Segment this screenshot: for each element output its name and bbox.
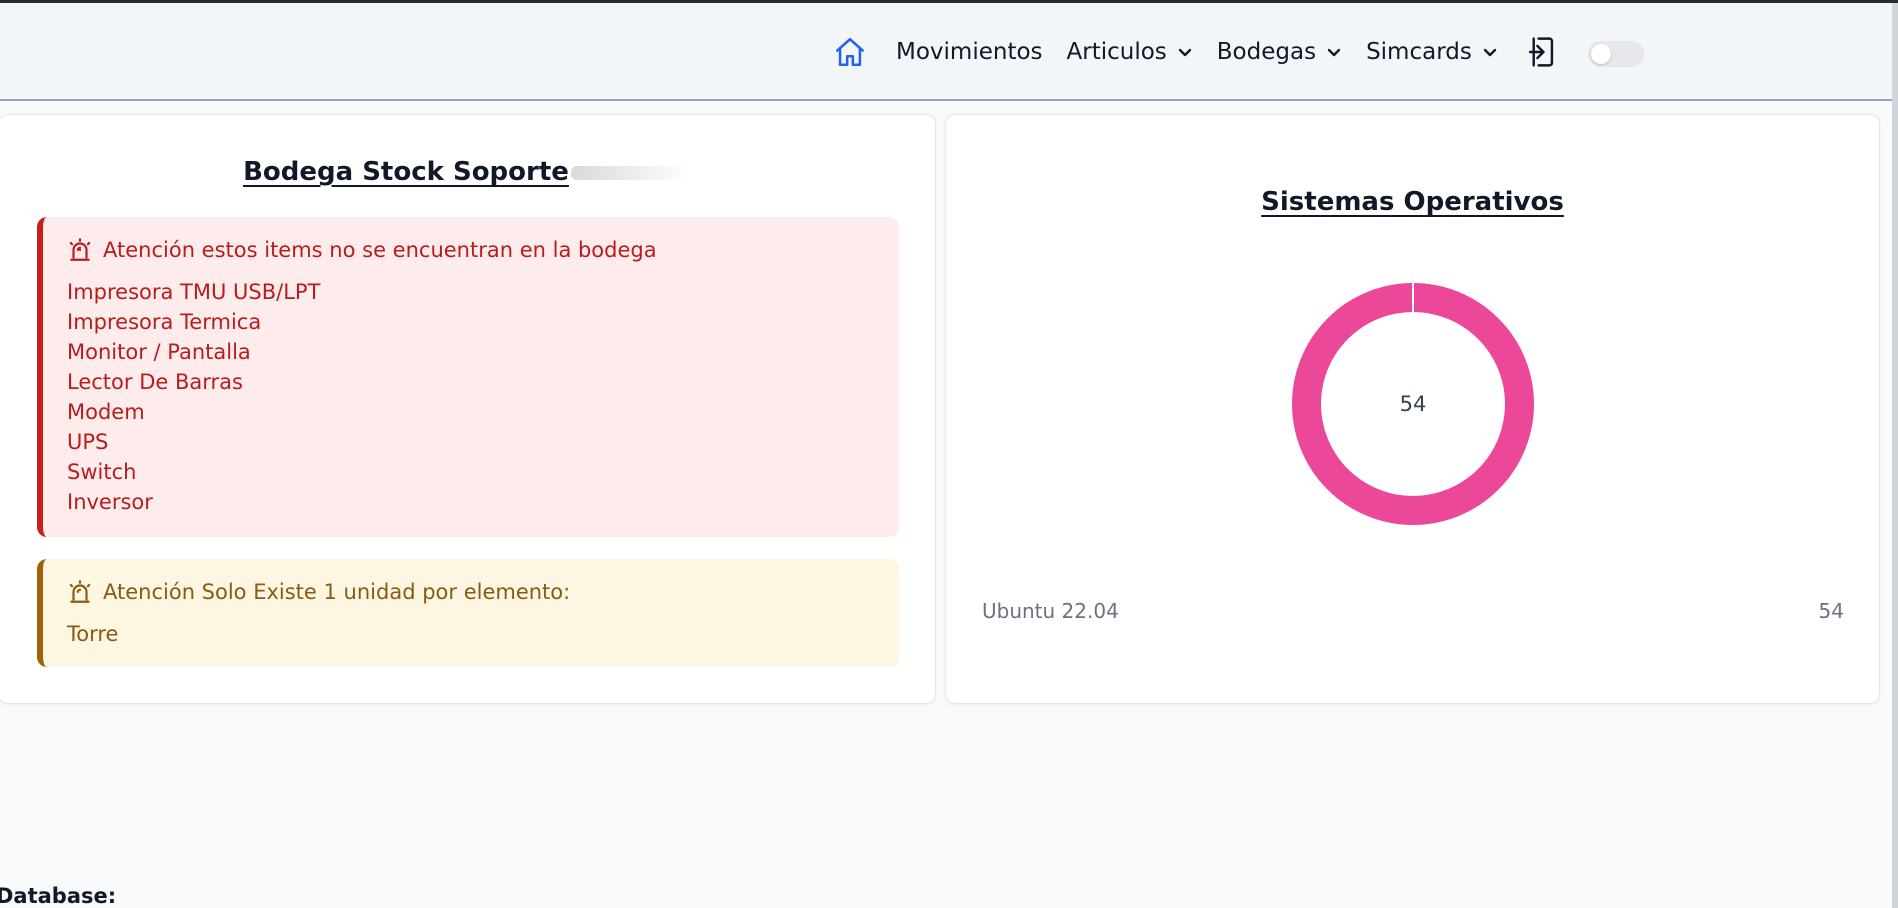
nav-item-bodegas[interactable]: Bodegas bbox=[1217, 39, 1342, 65]
home-icon bbox=[835, 37, 865, 67]
list-item: UPS bbox=[67, 430, 109, 454]
nav-item-movimientos[interactable]: Movimientos bbox=[896, 39, 1043, 65]
redacted-text bbox=[570, 165, 691, 180]
single-unit-list: Torre bbox=[67, 619, 899, 649]
chevron-down-icon bbox=[1482, 44, 1498, 60]
siren-icon bbox=[69, 238, 91, 261]
list-item: Switch bbox=[67, 460, 137, 484]
nav-item-label: Simcards bbox=[1366, 39, 1472, 65]
list-item: Impresora TMU USB/LPT bbox=[67, 280, 321, 304]
top-navbar: Movimientos Articulos Bodegas Simcards bbox=[0, 3, 1892, 101]
home-link[interactable] bbox=[830, 32, 870, 72]
nav-item-label: Articulos bbox=[1066, 39, 1167, 65]
stock-card-title-text: Bodega Stock Soporte bbox=[243, 157, 569, 187]
nav-item-label: Bodegas bbox=[1216, 39, 1317, 65]
alert-heading-text: Atención Solo Existe 1 unidad por elemen… bbox=[103, 580, 571, 604]
chevron-down-icon bbox=[1177, 44, 1193, 60]
nav-item-simcards[interactable]: Simcards bbox=[1366, 39, 1498, 65]
chevron-down-icon bbox=[1326, 44, 1342, 60]
missing-items-alert: Atención estos items no se encuentran en… bbox=[37, 217, 899, 537]
os-chart-card: Sistemas Operativos 54 Ubuntu 22.04 54 bbox=[945, 114, 1880, 704]
list-item: Inversor bbox=[67, 490, 153, 514]
page-scrollbar[interactable] bbox=[1892, 3, 1898, 908]
theme-toggle[interactable] bbox=[1588, 41, 1644, 67]
database-label: Database: bbox=[0, 884, 117, 908]
single-unit-alert: Atención Solo Existe 1 unidad por elemen… bbox=[37, 559, 899, 667]
list-item: Torre bbox=[67, 622, 119, 646]
stock-card: Bodega Stock Soporte Atención estos item… bbox=[0, 114, 936, 704]
logout-button[interactable] bbox=[1524, 32, 1558, 72]
list-item: Monitor / Pantalla bbox=[67, 340, 251, 364]
missing-items-list: Impresora TMU USB/LPT Impresora Termica … bbox=[67, 277, 899, 517]
legend-label: Ubuntu 22.04 bbox=[982, 599, 1119, 623]
nav-item-label: Movimientos bbox=[896, 39, 1043, 65]
logout-icon bbox=[1528, 37, 1553, 67]
main-nav: Movimientos Articulos Bodegas Simcards bbox=[830, 3, 1558, 101]
alert-heading-text: Atención estos items no se encuentran en… bbox=[103, 238, 657, 262]
alert-heading: Atención Solo Existe 1 unidad por elemen… bbox=[67, 577, 899, 607]
donut-chart: 54 bbox=[1291, 282, 1535, 526]
list-item: Lector De Barras bbox=[67, 370, 243, 394]
legend-value: 54 bbox=[1818, 599, 1844, 623]
list-item: Impresora Termica bbox=[67, 310, 262, 334]
siren-icon bbox=[69, 580, 91, 603]
chart-legend-row: Ubuntu 22.04 54 bbox=[982, 599, 1844, 623]
donut-center-label: 54 bbox=[1399, 392, 1427, 416]
nav-item-articulos[interactable]: Articulos bbox=[1067, 39, 1193, 65]
list-item: Modem bbox=[67, 400, 145, 424]
toggle-knob bbox=[1591, 44, 1611, 64]
alert-heading: Atención estos items no se encuentran en… bbox=[67, 235, 899, 265]
chart-title: Sistemas Operativos bbox=[1261, 187, 1564, 217]
stock-card-title: Bodega Stock Soporte bbox=[0, 157, 935, 187]
